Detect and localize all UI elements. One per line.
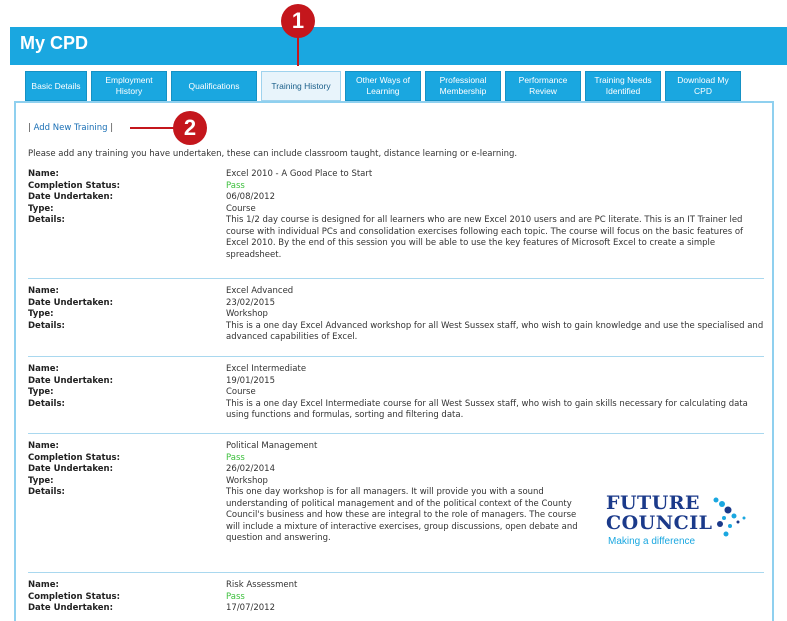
tab-label: Performance Review [518,75,568,96]
record-divider [28,433,764,434]
date-label: Date Undertaken: [28,297,114,308]
tab-label: Employment History [105,75,153,96]
tab-label: Basic Details [31,80,81,91]
add-new-training-link[interactable]: Add New Training [34,123,108,133]
details-label: Details: [28,320,65,331]
callout-pointer-2 [130,127,174,129]
completion-status: Pass [226,180,245,191]
type-label: Type: [28,203,54,214]
training-details: This 1/2 day course is designed for all … [226,215,744,260]
training-type: Course [226,203,256,214]
logo-line-1: FUTURE [606,492,701,514]
completion-status: Pass [226,591,245,602]
name-label: Name: [28,169,59,179]
tab-label: Training Needs Identified [594,75,652,96]
callout-badge-2: 2 [173,111,207,145]
name-label: Name: [28,580,59,590]
status-label: Completion Status: [28,452,121,463]
training-record: Name: Excel Intermediate Date Undertaken:… [28,364,764,422]
status-label: Completion Status: [28,591,121,602]
type-label: Type: [28,309,54,319]
training-name: Excel 2010 - A Good Place to Start [226,169,373,179]
add-training-row: | Add New Training | [28,123,113,133]
tab-bar: Basic Details Employment History Qualifi… [10,65,787,103]
details-label: Details: [28,487,65,497]
future-council-logo: FUTURE COUNCIL Making a difference [606,492,756,552]
name-label: Name: [28,364,59,374]
tab-qualifications[interactable]: Qualifications [171,71,257,101]
status-label: Completion Status: [28,180,121,191]
tab-label: Training History [271,80,331,91]
details-label: Details: [28,215,65,225]
logo-dots-icon [713,497,746,537]
training-record: Name: Risk Assessment Completion Status: P… [28,580,764,615]
tab-employment-history[interactable]: Employment History [91,71,167,101]
tab-download-my-cpd[interactable]: Download My CPD [665,71,741,101]
tab-other-ways-of-learning[interactable]: Other Ways of Learning [345,71,421,101]
training-record: Name: Excel 2010 - A Good Place to Start … [28,169,764,261]
completion-status: Pass [226,452,245,463]
training-name: Excel Advanced [226,286,294,296]
record-divider [28,356,764,357]
training-name: Political Management [226,441,318,451]
date-undertaken: 26/02/2014 [226,464,275,474]
record-divider [28,572,764,573]
date-undertaken: 06/08/2012 [226,192,275,202]
tab-professional-membership[interactable]: Professional Membership [425,71,501,101]
date-undertaken: 17/07/2012 [226,603,275,613]
tab-training-needs-identified[interactable]: Training Needs Identified [585,71,661,101]
training-type: Workshop [226,475,268,486]
name-label: Name: [28,441,59,451]
page-title: My CPD [20,33,89,53]
page-header: My CPD [10,27,787,65]
training-details: This one day workshop is for all manager… [226,487,578,543]
type-label: Type: [28,387,54,397]
tab-label: Qualifications [188,80,240,91]
training-details: This is a one day Excel Advanced worksho… [226,320,764,343]
tab-basic-details[interactable]: Basic Details [25,71,87,101]
training-name: Excel Intermediate [226,364,307,374]
callout-badge-1: 1 [281,4,315,38]
tab-training-history[interactable]: Training History [261,71,341,101]
tab-label: Professional Membership [439,75,487,96]
intro-text: Please add any training you have underta… [28,149,518,159]
details-label: Details: [28,398,65,409]
training-name: Risk Assessment [226,580,298,590]
date-label: Date Undertaken: [28,375,114,386]
tab-label: Download My CPD [677,75,729,96]
tab-performance-review[interactable]: Performance Review [505,71,581,101]
logo-line-2: COUNCIL [606,512,713,534]
tab-label: Other Ways of Learning [355,75,410,96]
callout-pointer-1 [297,36,299,66]
logo-tagline: Making a difference [608,536,696,547]
date-label: Date Undertaken: [28,192,114,202]
name-label: Name: [28,286,59,296]
training-type: Workshop [226,309,268,319]
pipe-separator: | [107,123,114,133]
date-label: Date Undertaken: [28,603,114,613]
training-details: This is a one day Excel Intermediate cou… [226,398,748,421]
type-label: Type: [28,475,54,486]
training-type: Course [226,387,256,397]
training-record: Name: Excel Advanced Date Undertaken: 23/0… [28,286,764,344]
date-undertaken: 19/01/2015 [226,375,275,386]
date-label: Date Undertaken: [28,464,114,474]
date-undertaken: 23/02/2015 [226,297,275,308]
record-divider [28,278,764,279]
